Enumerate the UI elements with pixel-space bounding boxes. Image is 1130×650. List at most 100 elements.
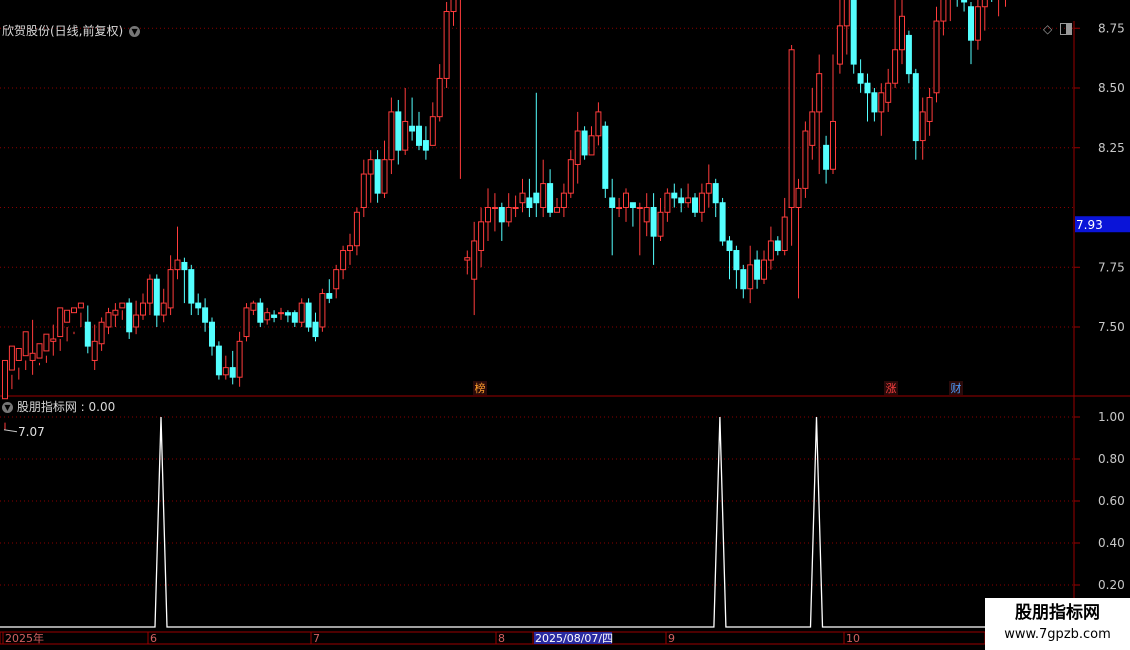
candle-body — [319, 293, 326, 328]
indicator-axis-label: 0.60 — [1098, 494, 1125, 508]
candle-body — [395, 111, 402, 151]
chevron-down-icon[interactable]: ▼ — [129, 26, 141, 37]
candle-body — [712, 183, 719, 204]
candle-body — [733, 250, 740, 271]
date-axis-label: 7 — [313, 632, 320, 645]
candle-body — [836, 25, 843, 65]
indicator-axis-label: 1.00 — [1098, 410, 1125, 424]
candle-body — [312, 321, 319, 338]
candle-body — [885, 82, 892, 103]
candle-body — [22, 331, 29, 357]
candle-body — [767, 240, 774, 261]
watermark-logo: 股朋指标网 www.7gpzb.com — [985, 598, 1130, 650]
candle-body — [43, 333, 50, 352]
candle-body — [478, 221, 485, 252]
candle-body — [919, 111, 926, 142]
candle-body — [926, 97, 933, 122]
candle-body — [71, 307, 77, 314]
current-price-label: 7.93 — [1076, 218, 1103, 232]
candle-body — [36, 343, 43, 359]
candle-body — [719, 202, 726, 242]
candle-body — [15, 348, 22, 361]
candle-body — [29, 352, 36, 361]
candle-body — [381, 159, 388, 194]
candle-body — [912, 73, 919, 142]
candle-body — [188, 269, 195, 304]
candle-body — [347, 245, 353, 252]
candle-body — [609, 197, 616, 209]
candle-body — [402, 120, 409, 151]
candle-body — [222, 367, 229, 376]
candle-body — [574, 130, 581, 165]
candle-body — [809, 111, 816, 146]
date-axis-label: 2025/08/07/四 — [535, 632, 613, 645]
candle-body — [519, 192, 526, 204]
candle-body — [298, 302, 305, 323]
candle-body — [416, 125, 422, 146]
candle-body — [422, 140, 429, 151]
candle-body — [305, 302, 312, 328]
panel-toggle-icon[interactable] — [1060, 23, 1072, 35]
candle-body — [747, 264, 754, 290]
date-axis-label: 10 — [846, 632, 860, 645]
candle-body — [754, 259, 761, 280]
candle-body — [664, 192, 671, 213]
candle-body — [84, 321, 91, 347]
low-marker-label: 7.07 — [18, 425, 45, 439]
candle-body — [105, 312, 112, 328]
candle-body — [802, 130, 809, 189]
event-marker[interactable]: 涨 — [886, 382, 897, 395]
candle-body — [464, 257, 471, 261]
diamond-icon[interactable]: ◇ — [1043, 22, 1052, 36]
candle-body — [871, 92, 878, 113]
candle-body — [146, 278, 153, 304]
candle-body — [961, 0, 968, 3]
candle-body — [623, 192, 629, 209]
candle-body — [202, 307, 209, 323]
event-marker[interactable]: 榜 — [475, 381, 486, 395]
candle-body — [167, 269, 174, 309]
candle-body — [512, 207, 519, 209]
candle-body — [933, 20, 940, 94]
candle-body — [8, 345, 15, 371]
candle-body — [843, 0, 850, 27]
candle-body — [181, 261, 188, 271]
candle-body — [291, 312, 298, 323]
chevron-down-icon[interactable]: ▼ — [2, 402, 13, 413]
candle-body — [333, 269, 340, 290]
indicator-axis-label: 0.80 — [1098, 452, 1125, 466]
event-marker[interactable]: 财 — [951, 381, 962, 395]
candle-body — [823, 144, 830, 170]
candle-body — [353, 211, 360, 247]
candle-body — [498, 207, 505, 223]
candle-body — [209, 321, 215, 347]
candle-body — [278, 312, 284, 315]
candle-body — [77, 302, 84, 309]
candle-body — [636, 207, 643, 209]
candle-body — [588, 135, 595, 156]
candle-body — [795, 187, 802, 209]
candle-body — [133, 314, 140, 328]
candle-body — [98, 321, 105, 345]
candle-body — [485, 207, 491, 223]
candle-body — [250, 302, 257, 311]
candle-body — [650, 207, 657, 237]
price-axis-label: 8.75 — [1098, 21, 1125, 35]
date-axis-label: 2025年 — [5, 631, 44, 645]
date-axis-label: 9 — [668, 632, 675, 645]
candle-body — [629, 202, 636, 209]
candle-body — [450, 0, 457, 13]
candle-body — [850, 0, 857, 65]
indicator-title: 股朋指标网 — [16, 400, 77, 414]
candle-body — [243, 307, 250, 338]
candle-body — [2, 359, 8, 400]
candle-body — [50, 338, 57, 342]
chart-canvas: 9.907.07榜涨财 1.000.800.600.400.20 9.509.2… — [0, 0, 1130, 650]
candle-body — [257, 302, 264, 323]
indicator-panel-header: ▼ 股朋指标网 : 0.00 — [2, 398, 115, 415]
candle-body — [864, 82, 871, 94]
candle-body — [471, 240, 478, 280]
candle-body — [981, 0, 988, 8]
candle-body — [781, 216, 788, 252]
candle-body — [195, 302, 202, 309]
